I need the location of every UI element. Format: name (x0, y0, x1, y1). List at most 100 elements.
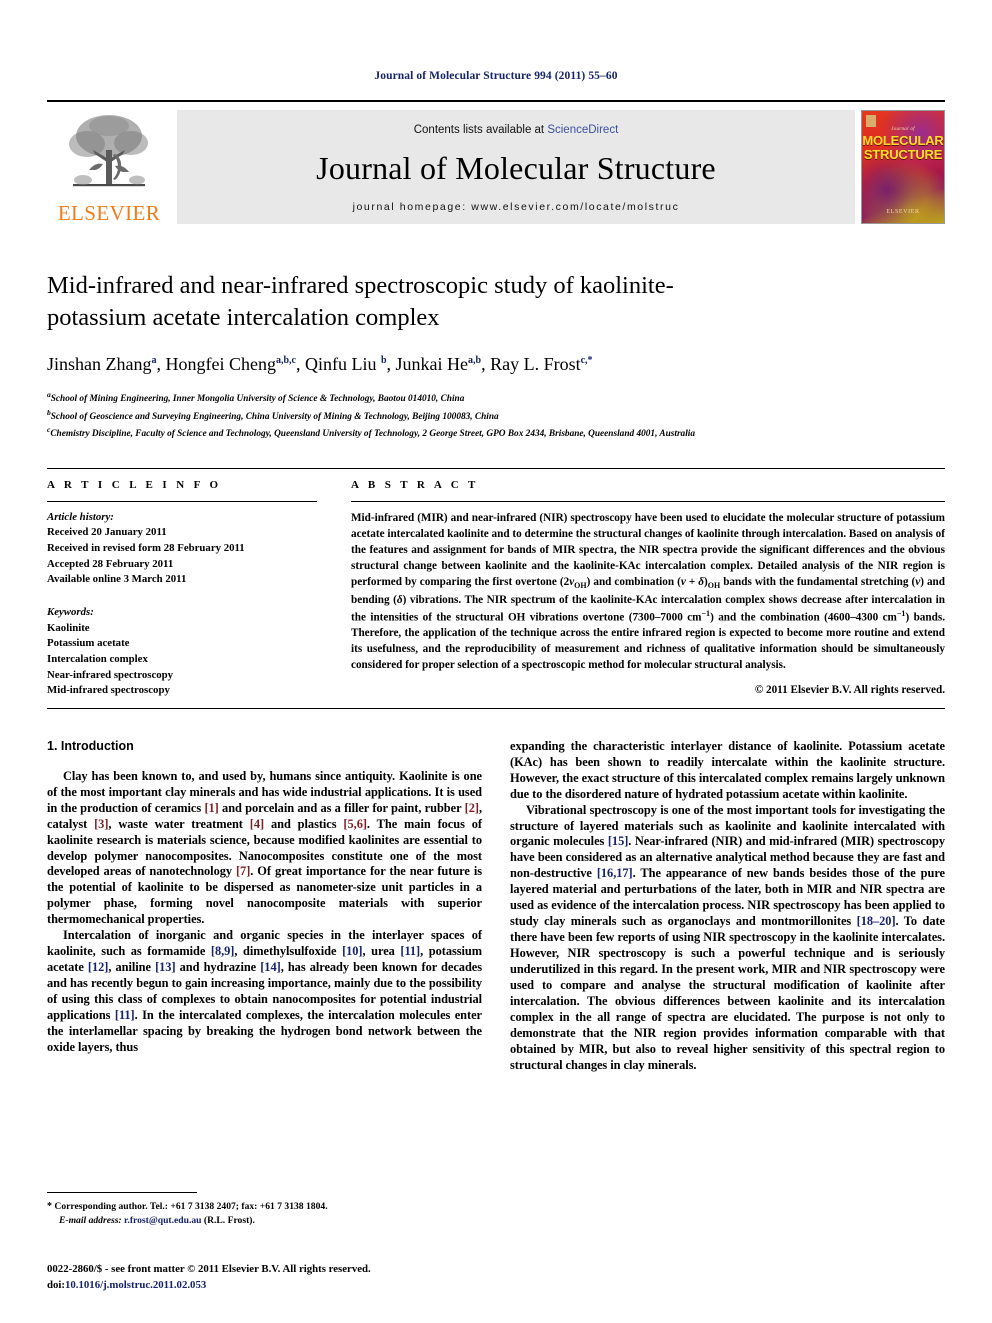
doi-link[interactable]: 10.1016/j.molstruc.2011.02.053 (65, 1279, 206, 1291)
author-affil-mark: c,* (580, 354, 593, 366)
article-title: Mid-infrared and near-infrared spectrosc… (47, 272, 674, 331)
sciencedirect-link[interactable]: ScienceDirect (547, 124, 618, 136)
contents-prefix: Contents lists available at (413, 123, 548, 136)
author-name: Qinfu Liu (304, 353, 377, 374)
title-block: Mid-infrared and near-infrared spectrosc… (47, 270, 945, 442)
elsevier-logo: ELSEVIER (47, 110, 171, 232)
citation-reference[interactable]: [10] (342, 944, 363, 958)
abstract-sup-exp: −1 (701, 608, 711, 618)
author-affil-mark: a (151, 354, 157, 366)
paragraph-text: and hydrazine (175, 960, 261, 975)
corresponding-author-text: Corresponding author. Tel.: +61 7 3138 2… (54, 1201, 328, 1212)
journal-title: Journal of Molecular Structure (316, 149, 716, 186)
affiliation-text: Chemistry Discipline, Faculty of Science… (50, 429, 696, 440)
paragraph: expanding the characteristic interlayer … (510, 739, 945, 803)
paragraph-text: . To date there have been few reports of… (510, 914, 945, 1072)
abstract-seg: + (685, 575, 699, 588)
article-history-item: Received 20 January 2011 (47, 526, 167, 539)
author-entry: Junkai Hea,b (396, 354, 482, 374)
abstract-bottom-divider (47, 707, 945, 709)
cover-publisher-mark (866, 115, 876, 127)
citation-reference[interactable]: [5,6] (343, 817, 367, 831)
elsevier-tree-icon (69, 115, 148, 187)
citation-reference[interactable]: [14] (260, 960, 281, 974)
affiliation-text: School of Mining Engineering, Inner Mong… (50, 394, 465, 405)
cover-title-line-2: STRUCTURE (863, 147, 943, 162)
body-columns: 1. Introduction Clay has been known to, … (47, 739, 945, 1074)
citation-reference[interactable]: [2] (465, 801, 479, 815)
keyword-item: Mid-infrared spectroscopy (47, 684, 170, 697)
journal-cover-thumbnail[interactable]: Journal of MOLECULAR STRUCTURE ELSEVIER (861, 110, 945, 224)
paragraph-text: and porcelain and as a filler for paint,… (218, 800, 465, 815)
abstract-copyright: © 2011 Elsevier B.V. All rights reserved… (754, 684, 945, 697)
citation-reference[interactable]: [13] (155, 960, 176, 974)
abstract-seg: bands with the fundamental stretching ( (720, 575, 916, 588)
author-affil-mark: b (380, 354, 387, 366)
article-info-heading: A R T I C L E I N F O (47, 478, 222, 491)
article-info-column: A R T I C L E I N F O Article history: R… (47, 479, 339, 699)
citation-reference[interactable]: [3] (94, 817, 108, 831)
footnote-line-2: E-mail address: r.frost@qut.edu.au (R.L.… (47, 1214, 478, 1228)
citation-reference[interactable]: [4] (250, 817, 264, 831)
keyword-item: Intercalation complex (47, 652, 148, 665)
paragraph-text: , urea (362, 944, 401, 959)
body-column-left: 1. Introduction Clay has been known to, … (47, 739, 482, 1074)
citation-reference[interactable]: [12] (88, 960, 109, 974)
elsevier-wordmark: ELSEVIER (57, 201, 161, 225)
citation-reference[interactable]: [1] (204, 801, 218, 815)
asterisk-icon: * (47, 1201, 52, 1212)
paragraph: Vibrational spectroscopy is one of the m… (510, 803, 945, 1074)
email-person: (R.L. Frost). (203, 1215, 255, 1227)
footnote-divider (47, 1192, 197, 1193)
citation-reference[interactable]: [11] (115, 1008, 135, 1022)
abstract-heading: A B S T R A C T (351, 478, 479, 491)
contents-available-line: Contents lists available at ScienceDirec… (414, 124, 619, 136)
citation-reference[interactable]: [8,9] (211, 944, 235, 958)
author-entry: Ray L. Frostc,* (490, 354, 592, 374)
article-history-item: Available online 3 March 2011 (47, 573, 187, 586)
author-name: Jinshan Zhang (47, 353, 152, 374)
cover-journal-of-label: Journal of (891, 127, 915, 132)
author-affil-mark: a,b (468, 354, 482, 366)
paragraph-text: , dimethylsulfoxide (234, 944, 343, 959)
affiliation-item: aSchool of Mining Engineering, Inner Mon… (47, 389, 945, 407)
paragraph-text: , waste water treatment (108, 816, 250, 831)
citation-reference[interactable]: [7] (236, 864, 250, 878)
abstract-divider (351, 500, 945, 502)
keyword-item: Kaolinite (47, 621, 90, 634)
abstract-text: Mid-infrared (MIR) and near-infrared (NI… (351, 510, 945, 674)
cover-title-line-1: MOLECULAR (862, 133, 944, 148)
cover-publisher-label: ELSEVIER (886, 209, 920, 215)
author-name: Junkai He (395, 353, 469, 374)
email-address-label: E-mail address: (59, 1215, 122, 1227)
footnote-line-1: * Corresponding author. Tel.: +61 7 3138… (47, 1199, 478, 1214)
article-info-divider (47, 500, 317, 502)
journal-band: Contents lists available at ScienceDirec… (177, 110, 855, 224)
affiliation-item: bSchool of Geoscience and Surveying Engi… (47, 407, 945, 425)
email-link[interactable]: r.frost@qut.edu.au (124, 1215, 201, 1226)
article-history-item: Accepted 28 February 2011 (47, 557, 174, 570)
author-affil-mark: a,b,c (275, 354, 296, 366)
body-column-right: expanding the characteristic interlayer … (510, 739, 945, 1074)
citation-reference[interactable]: [16,17] (597, 866, 633, 880)
abstract-sub-oh: OH (574, 581, 587, 591)
journal-homepage-link[interactable]: journal homepage: www.elsevier.com/locat… (353, 201, 680, 213)
doi-label: doi: (47, 1278, 65, 1291)
author-list: Jinshan Zhanga, Hongfei Chenga,b,c, Qinf… (47, 353, 593, 374)
paragraph-text: and plastics (264, 816, 344, 831)
citation-reference[interactable]: [15] (608, 834, 629, 848)
paragraph-text: , aniline (108, 960, 156, 975)
author-name: Hongfei Cheng (165, 353, 276, 374)
paragraph: Clay has been known to, and used by, hum… (47, 769, 482, 928)
doi-line: doi:10.1016/j.molstruc.2011.02.053 (47, 1278, 607, 1294)
section-heading-introduction: 1. Introduction (47, 738, 134, 753)
affiliation-text: School of Geoscience and Surveying Engin… (50, 411, 499, 422)
paragraph-text: expanding the characteristic interlayer … (510, 738, 945, 801)
keywords-label: Keywords: (47, 605, 94, 618)
abstract-sub-oh: OH (707, 581, 721, 591)
citation-reference[interactable]: [11] (400, 944, 420, 958)
citation-reference[interactable]: [18–20] (857, 914, 896, 928)
abstract-seg: ) and combination ( (586, 575, 681, 588)
keyword-item: Near-infrared spectroscopy (47, 668, 174, 681)
issn-line: 0022-2860/$ - see front matter © 2011 El… (47, 1263, 371, 1275)
